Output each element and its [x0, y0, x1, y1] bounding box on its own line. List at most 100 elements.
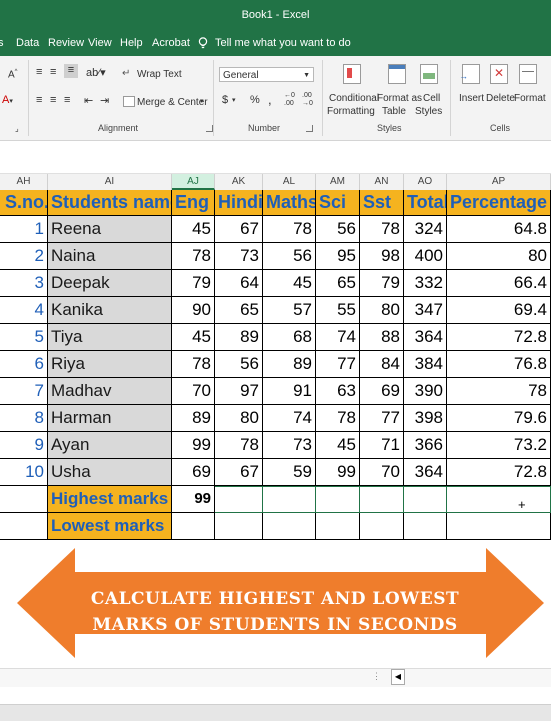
empty-cell[interactable]: [172, 513, 215, 540]
column-header-ai[interactable]: AI: [48, 174, 172, 190]
table-cell[interactable]: 70: [172, 378, 215, 405]
font-color-icon[interactable]: A▾: [2, 94, 13, 106]
delete-cells-button[interactable]: Delete: [486, 93, 515, 104]
decrease-indent-icon[interactable]: ⇤: [84, 94, 93, 107]
table-cell[interactable]: 88: [360, 324, 404, 351]
empty-cell[interactable]: [404, 513, 447, 540]
header-sno[interactable]: S.no.: [0, 190, 48, 216]
table-cell[interactable]: 90: [172, 297, 215, 324]
table-cell[interactable]: 98: [360, 243, 404, 270]
table-cell[interactable]: 69: [360, 378, 404, 405]
table-cell[interactable]: 73.2: [447, 432, 551, 459]
table-cell[interactable]: 45: [316, 432, 360, 459]
table-cell[interactable]: 76.8: [447, 351, 551, 378]
table-cell[interactable]: 79: [360, 270, 404, 297]
row-sno[interactable]: 10: [0, 459, 48, 486]
table-cell[interactable]: 74: [316, 324, 360, 351]
table-cell[interactable]: 84: [360, 351, 404, 378]
number-format-dropdown[interactable]: General ▼: [219, 67, 314, 82]
table-cell[interactable]: 45: [172, 216, 215, 243]
highest-marks-label[interactable]: Highest marks: [48, 486, 172, 513]
table-cell[interactable]: 99: [316, 459, 360, 486]
decrease-decimal-icon[interactable]: .00 →0: [302, 92, 313, 108]
table-cell[interactable]: 55: [316, 297, 360, 324]
table-cell[interactable]: 45: [263, 270, 316, 297]
row-sno[interactable]: 4: [0, 297, 48, 324]
student-name-cell[interactable]: Usha: [48, 459, 172, 486]
table-cell[interactable]: 79: [172, 270, 215, 297]
row-sno[interactable]: 2: [0, 243, 48, 270]
header-eng[interactable]: Eng: [172, 190, 215, 216]
student-name-cell[interactable]: Riya: [48, 351, 172, 378]
table-cell[interactable]: 73: [263, 432, 316, 459]
align-right-icon[interactable]: ≡: [64, 94, 70, 106]
table-cell[interactable]: 64: [215, 270, 263, 297]
table-cell[interactable]: 65: [316, 270, 360, 297]
increase-indent-icon[interactable]: ⇥: [100, 94, 109, 107]
table-cell[interactable]: 69.4: [447, 297, 551, 324]
cell-styles-label-1[interactable]: Cell: [423, 93, 440, 104]
table-cell[interactable]: 78: [360, 216, 404, 243]
table-cell[interactable]: 70: [360, 459, 404, 486]
tell-me-search[interactable]: Tell me what you want to do: [215, 37, 351, 49]
bottom-align-icon[interactable]: ≡: [64, 64, 78, 78]
column-header-ah[interactable]: AH: [0, 174, 48, 190]
empty-cell[interactable]: [447, 513, 551, 540]
row-sno[interactable]: 6: [0, 351, 48, 378]
row-sno[interactable]: 7: [0, 378, 48, 405]
table-cell[interactable]: 324: [404, 216, 447, 243]
table-cell[interactable]: 67: [215, 216, 263, 243]
table-cell[interactable]: 89: [263, 351, 316, 378]
font-size-increase-icon[interactable]: A^: [8, 69, 18, 80]
conditional-formatting-label-1[interactable]: Conditional: [329, 93, 379, 104]
table-cell[interactable]: 398: [404, 405, 447, 432]
empty-cell[interactable]: [263, 513, 316, 540]
header-sci[interactable]: Sci: [316, 190, 360, 216]
alignment-launcher-icon[interactable]: [206, 125, 213, 132]
table-cell[interactable]: 364: [404, 459, 447, 486]
table-cell[interactable]: 59: [263, 459, 316, 486]
menu-item-partial[interactable]: s: [0, 37, 4, 49]
table-cell[interactable]: 390: [404, 378, 447, 405]
column-header-ap[interactable]: AP: [447, 174, 551, 190]
lowest-marks-label[interactable]: Lowest marks: [48, 513, 172, 540]
student-name-cell[interactable]: Reena: [48, 216, 172, 243]
align-left-icon[interactable]: ≡: [36, 94, 42, 106]
table-cell[interactable]: 332: [404, 270, 447, 297]
table-cell[interactable]: 77: [360, 405, 404, 432]
table-cell[interactable]: 78: [172, 351, 215, 378]
merge-dropdown-icon[interactable]: ▾: [200, 97, 204, 105]
table-cell[interactable]: 80: [447, 243, 551, 270]
format-as-table-label-1[interactable]: Format as: [377, 93, 422, 104]
table-cell[interactable]: 63: [316, 378, 360, 405]
table-cell[interactable]: 95: [316, 243, 360, 270]
scroll-left-arrow-icon[interactable]: ◀: [391, 669, 405, 685]
table-cell[interactable]: 91: [263, 378, 316, 405]
top-align-icon[interactable]: ≡: [36, 66, 44, 78]
empty-cell[interactable]: [316, 513, 360, 540]
table-cell[interactable]: 99: [172, 432, 215, 459]
menu-item-view[interactable]: View: [88, 37, 112, 49]
table-cell[interactable]: 78: [447, 378, 551, 405]
table-cell[interactable]: 79.6: [447, 405, 551, 432]
table-cell[interactable]: 366: [404, 432, 447, 459]
merge-center-button[interactable]: Merge & Center: [137, 97, 208, 108]
student-name-cell[interactable]: Kanika: [48, 297, 172, 324]
column-header-am[interactable]: AM: [316, 174, 360, 190]
table-cell[interactable]: 77: [316, 351, 360, 378]
table-cell[interactable]: 364: [404, 324, 447, 351]
empty-cell[interactable]: [316, 486, 360, 513]
format-as-table-label-2[interactable]: Table: [382, 106, 406, 117]
font-launcher-icon[interactable]: ⌟: [15, 124, 19, 133]
table-cell[interactable]: 97: [215, 378, 263, 405]
table-cell[interactable]: 71: [360, 432, 404, 459]
menu-item-acrobat[interactable]: Acrobat: [152, 37, 190, 49]
align-center-icon[interactable]: ≡: [50, 94, 56, 106]
student-name-cell[interactable]: Harman: [48, 405, 172, 432]
table-cell[interactable]: 400: [404, 243, 447, 270]
row-sno[interactable]: 1: [0, 216, 48, 243]
wrap-text-button[interactable]: Wrap Text: [137, 69, 182, 80]
empty-cell[interactable]: [215, 486, 263, 513]
cell-styles-label-2[interactable]: Styles: [415, 106, 442, 117]
percent-style-button[interactable]: %: [250, 94, 260, 106]
